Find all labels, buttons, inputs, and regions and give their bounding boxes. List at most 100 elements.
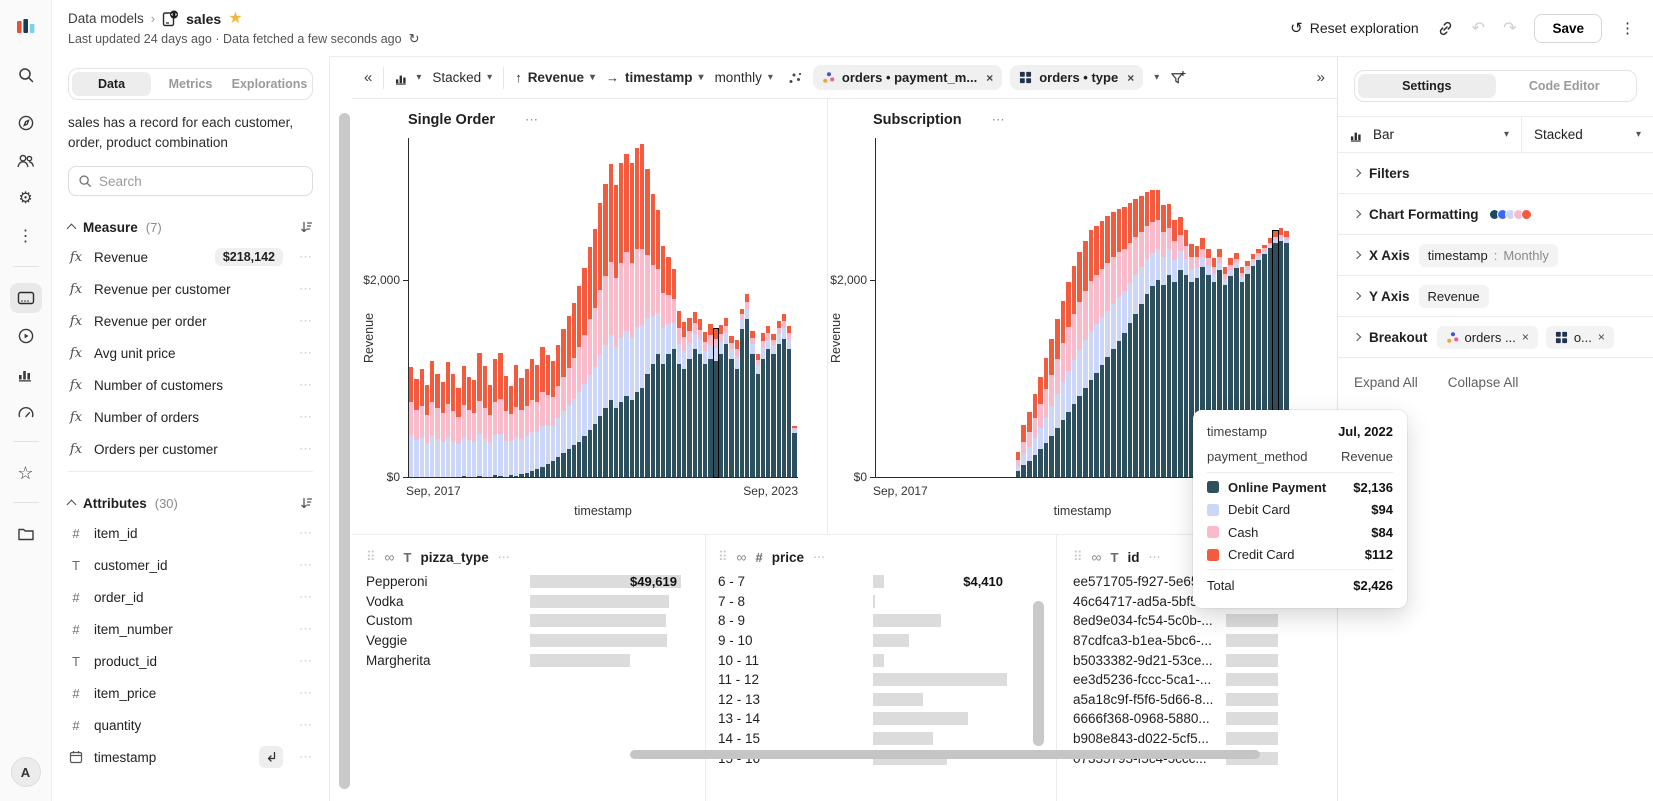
stacked-bar[interactable] [766,326,770,477]
measure-section-header[interactable]: Measure (7) [68,213,313,241]
stacked-bar[interactable] [514,365,518,477]
horizontal-scrollbar[interactable] [630,750,1260,759]
stacked-bar[interactable] [693,312,697,477]
summary-row[interactable]: Pepperoni$49,619 [366,572,693,592]
drag-handle-icon[interactable]: ⠿ [718,549,728,565]
stacked-bar[interactable] [519,378,523,477]
stacked-bar[interactable] [787,326,791,477]
summary-row[interactable]: 11 - 12 [718,670,1044,690]
stacked-bar[interactable] [645,169,649,477]
column-options-icon[interactable]: ⋯ [1148,550,1161,564]
stacked-bar[interactable] [598,203,602,477]
field-options-icon[interactable]: ⋯ [299,717,313,733]
breakout-section[interactable]: Breakout orders ...×o...× [1338,317,1653,358]
stacked-bar[interactable] [535,365,539,477]
stacked-bar[interactable] [435,374,439,477]
stacked-bar[interactable] [425,385,429,477]
stacked-bar[interactable] [525,369,529,477]
expand-all-link[interactable]: Expand All [1354,375,1418,390]
field-row-customer_id[interactable]: Tcustomer_id⋯ [68,549,313,581]
breakout-panel-pill-1[interactable]: o...× [1546,326,1614,349]
field-options-icon[interactable]: ⋯ [299,525,313,541]
stacked-bar[interactable] [619,163,623,477]
y-axis-section[interactable]: Y Axis Revenue [1338,276,1653,317]
close-icon[interactable]: × [1127,71,1134,85]
field-options-icon[interactable]: ⋯ [299,377,313,393]
stacked-bar[interactable] [777,321,781,477]
stacked-bar[interactable] [624,154,628,477]
collapse-right-button[interactable]: » [1317,69,1325,86]
stacked-bar[interactable] [672,269,676,477]
search-icon[interactable] [10,60,42,90]
summary-row[interactable]: 12 - 13 [718,690,1044,710]
close-icon[interactable]: × [986,71,993,85]
attributes-section-header[interactable]: Attributes (30) [68,489,313,517]
field-row-avg-unit-price[interactable]: fxAvg unit price⋯ [68,337,313,369]
stacked-bar[interactable] [614,185,618,478]
chart-menu-icon[interactable]: ⋯ [992,112,1006,128]
x-field-button[interactable]: → timestamp▾ [606,70,704,85]
summary-column-header[interactable]: ⠿∞#price⋯ [718,545,1044,569]
chart-menu-icon[interactable]: ⋯ [525,112,539,128]
summary-row[interactable]: 8 - 9 [718,611,1044,631]
stacked-bar[interactable] [493,359,497,477]
field-row-product_id[interactable]: Tproduct_id⋯ [68,645,313,677]
users-icon[interactable] [10,146,42,176]
gauge-icon[interactable] [10,397,42,427]
summary-row[interactable]: 14 - 15 [718,729,1044,749]
field-options-icon[interactable]: ⋯ [299,345,313,361]
stacked-bar[interactable] [467,377,471,477]
stacked-bar[interactable] [409,367,413,477]
field-options-icon[interactable]: ⋯ [299,653,313,669]
favorites-star-icon[interactable]: ☆ [10,458,42,488]
summary-row[interactable]: ee3d5236-fccc-5ca1-... [1073,670,1325,690]
field-options-icon[interactable]: ⋯ [299,313,313,329]
stacked-bar[interactable] [740,309,744,477]
summary-row[interactable]: 10 - 11 [718,650,1044,670]
summary-row[interactable]: 13 - 14 [718,709,1044,729]
tab-explorations[interactable]: Explorations [230,72,309,96]
stacked-bar[interactable] [588,247,592,477]
stacked-bar[interactable] [1139,196,1144,477]
vertical-scrollbar[interactable] [1033,601,1044,746]
filters-section[interactable]: Filters [1338,153,1653,194]
close-icon[interactable]: × [1522,330,1529,344]
save-button[interactable]: Save [1534,14,1602,43]
tab-settings[interactable]: Settings [1358,74,1496,98]
stacked-bar[interactable] [498,353,502,477]
stacked-bar[interactable] [1033,394,1038,477]
field-row-orders-per-customer[interactable]: fxOrders per customer⋯ [68,433,313,465]
collapse-left-button[interactable]: « [364,69,372,86]
stacked-bar[interactable] [1049,339,1054,477]
stacked-bar[interactable] [504,376,508,477]
stacked-bar[interactable] [1083,241,1088,477]
stacked-bar[interactable] [792,426,796,477]
stacked-bar[interactable] [756,354,760,477]
folder-icon[interactable] [10,519,42,549]
chart-formatting-section[interactable]: Chart Formatting [1338,194,1653,235]
summary-row[interactable]: b908e843-d022-5cf5... [1073,729,1325,749]
stacked-bar[interactable] [1055,319,1060,477]
x-axis-pill[interactable]: timestamp : Monthly [1419,244,1558,267]
summary-column-header[interactable]: ⠿∞Tpizza_type⋯ [366,545,693,569]
chart-type-select[interactable]: Bar ▾ [1338,117,1522,152]
share-link-icon[interactable] [1437,20,1454,37]
stacked-bar[interactable] [1156,190,1161,477]
gear-icon[interactable]: ⚙ [10,184,42,214]
stacked-bar[interactable] [572,303,576,477]
field-row-order_id[interactable]: #order_id⋯ [68,581,313,613]
stacked-bar[interactable] [1105,216,1110,477]
stacked-bar[interactable] [451,374,455,477]
summary-row[interactable]: Vodka [366,592,693,612]
stacked-bar[interactable] [735,340,739,477]
summary-row[interactable]: 6 - 7$4,410 [718,572,1044,592]
stacked-bar[interactable] [456,388,460,477]
stacked-bar[interactable] [1184,230,1189,477]
summary-row[interactable]: Veggie [366,631,693,651]
stack-mode-select[interactable]: Stacked ▾ [1522,117,1653,152]
field-row-quantity[interactable]: #quantity⋯ [68,709,313,741]
stacked-bar[interactable] [441,382,445,477]
stacked-bar[interactable] [540,347,544,477]
stacked-bar[interactable] [546,355,550,477]
y-field-button[interactable]: ↑ Revenue▾ [515,70,595,85]
